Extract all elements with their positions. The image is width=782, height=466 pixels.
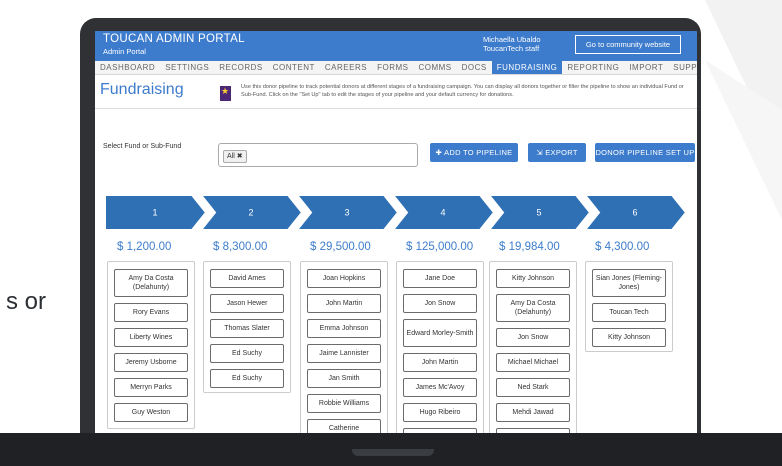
export-icon: ⇲ bbox=[536, 148, 546, 157]
donor-card[interactable]: James Mc'Avoy bbox=[403, 378, 477, 397]
donor-card[interactable]: Jeremy Usborne bbox=[114, 353, 188, 372]
donor-card[interactable]: David Ames bbox=[210, 269, 284, 288]
stage-amount: $ 125,000.00 bbox=[406, 241, 474, 253]
pipeline-stages: 1 2 3 4 5 6 bbox=[104, 195, 688, 230]
nav-item-import[interactable]: IMPORT bbox=[624, 61, 668, 74]
nav-item-comms[interactable]: COMMS bbox=[413, 61, 456, 74]
add-to-pipeline-button[interactable]: ✚ ADD TO PIPELINE bbox=[430, 143, 518, 162]
donor-card[interactable]: Edward Morley-Smith bbox=[403, 319, 477, 347]
donor-card[interactable]: Jon Snow bbox=[403, 294, 477, 313]
user-role: ToucanTech staff bbox=[483, 44, 540, 53]
laptop-notch bbox=[352, 449, 434, 456]
donor-card[interactable]: Emma Johnson bbox=[307, 319, 381, 338]
donor-card[interactable]: Jason Hewer bbox=[210, 294, 284, 313]
donor-card[interactable]: Merryn Parks bbox=[114, 378, 188, 397]
donor-card[interactable]: Ed Suchy bbox=[210, 369, 284, 388]
donor-card[interactable]: Robbie Williams bbox=[307, 394, 381, 413]
fund-tag[interactable]: All ✖ bbox=[223, 150, 247, 163]
stage-column: Joan Hopkins John Martin Emma Johnson Jaime… bbox=[300, 261, 388, 433]
user-name: Michaella Ubaldo bbox=[483, 35, 541, 44]
portal-title: TOUCAN ADMIN PORTAL bbox=[103, 33, 245, 45]
stage-amount: $ 8,300.00 bbox=[213, 241, 268, 253]
donor-card[interactable]: Ed Suchy bbox=[210, 344, 284, 363]
stage-amount: $ 19,984.00 bbox=[499, 241, 560, 253]
donor-card[interactable]: Jane Doe bbox=[403, 269, 477, 288]
page-title: Fundraising bbox=[100, 81, 184, 98]
nav-item-content[interactable]: CONTENT bbox=[268, 61, 320, 74]
main-nav: DASHBOARD SETTINGS RECORDS CONTENT CAREERS FO… bbox=[95, 61, 697, 75]
pipeline-setup-button[interactable]: DONOR PIPELINE SET UP bbox=[595, 143, 695, 162]
portal-subtitle: Admin Portal bbox=[103, 47, 146, 56]
donor-card[interactable]: Jaime Lannister bbox=[307, 344, 381, 363]
stage-number: 3 bbox=[344, 208, 349, 218]
donor-card[interactable]: Liberty Wines bbox=[114, 328, 188, 347]
donor-card[interactable]: Guy Weston bbox=[114, 403, 188, 422]
donor-card[interactable]: Kitty Johnson bbox=[496, 269, 570, 288]
nav-item-forms[interactable]: FORMS bbox=[372, 61, 413, 74]
donor-card[interactable]: Catherine bbox=[307, 419, 381, 433]
info-text: Use this donor pipeline to track potenti… bbox=[241, 84, 684, 98]
donor-card[interactable]: Jan Smith bbox=[307, 369, 381, 388]
donor-card[interactable]: Joan Hopkins bbox=[307, 269, 381, 288]
screen: TOUCAN ADMIN PORTAL Admin Portal Michael… bbox=[95, 31, 697, 433]
stage-number: 2 bbox=[248, 208, 253, 218]
nav-item-fundraising[interactable]: FUNDRAISING bbox=[491, 61, 563, 74]
donor-card[interactable]: Sian Jones (Fleming-Jones) bbox=[592, 269, 666, 297]
nav-item-records[interactable]: RECORDS bbox=[214, 61, 268, 74]
nav-item-docs[interactable]: DOCS bbox=[457, 61, 492, 74]
divider bbox=[95, 108, 697, 109]
nav-item-support[interactable]: SUPPORT bbox=[668, 61, 697, 74]
stage-number: 5 bbox=[536, 208, 541, 218]
donor-card[interactable]: Kitty Johnson bbox=[592, 328, 666, 347]
user-info[interactable]: Michaella Ubaldo ToucanTech staff bbox=[483, 35, 541, 53]
stage-column: Jane Doe Jon Snow Edward Morley-Smith John … bbox=[396, 261, 484, 433]
stage-number: 1 bbox=[152, 208, 157, 218]
fund-label: Select Fund or Sub-Fund bbox=[103, 143, 182, 150]
donor-card[interactable]: Hugo Ribeiro bbox=[403, 403, 477, 422]
stage-column: Sian Jones (Fleming-Jones) Toucan Tech Kit… bbox=[585, 261, 673, 352]
donor-card[interactable]: Mehdi Jawad bbox=[496, 403, 570, 422]
donor-card[interactable]: John Martin bbox=[403, 353, 477, 372]
header-bar: TOUCAN ADMIN PORTAL Admin Portal Michael… bbox=[95, 31, 697, 61]
donor-card[interactable]: Ned Stark bbox=[496, 378, 570, 397]
nav-item-dashboard[interactable]: DASHBOARD bbox=[95, 61, 160, 74]
stage-number: 4 bbox=[440, 208, 445, 218]
nav-item-reporting[interactable]: REPORTING bbox=[562, 61, 624, 74]
donor-card[interactable]: John Martin bbox=[307, 294, 381, 313]
donor-card[interactable]: Michael Michael bbox=[496, 353, 570, 372]
nav-item-careers[interactable]: CAREERS bbox=[320, 61, 372, 74]
stage-amount: $ 29,500.00 bbox=[310, 241, 371, 253]
bookmark-icon: ★ bbox=[220, 86, 231, 101]
stage-column: David Ames Jason Hewer Thomas Slater Ed Suc… bbox=[203, 261, 291, 393]
stage-number: 6 bbox=[632, 208, 637, 218]
stage-amount: $ 1,200.00 bbox=[117, 241, 172, 253]
donor-card[interactable]: Amy Da Costa (Delahunty) bbox=[496, 294, 570, 322]
stage-column: Kitty Johnson Amy Da Costa (Delahunty) Jon… bbox=[489, 261, 577, 433]
partial-background-text: s or bbox=[6, 288, 47, 315]
donor-card[interactable]: Jon Snow bbox=[496, 328, 570, 347]
donor-card[interactable]: Amy Da Costa (Delahunty) bbox=[114, 269, 188, 297]
export-button[interactable]: ⇲ EXPORT bbox=[528, 143, 586, 162]
nav-item-settings[interactable]: SETTINGS bbox=[160, 61, 214, 74]
donor-card[interactable]: Thomas Slater bbox=[210, 319, 284, 338]
fund-select-input[interactable]: All ✖ bbox=[218, 143, 418, 167]
donor-card[interactable]: Rory Evans bbox=[114, 303, 188, 322]
stage-column: Amy Da Costa (Delahunty) Rory Evans Libert… bbox=[107, 261, 195, 429]
donor-card[interactable]: Toucan Tech bbox=[592, 303, 666, 322]
community-website-button[interactable]: Go to community website bbox=[575, 35, 681, 54]
plus-icon: ✚ bbox=[435, 148, 445, 157]
stage-amount: $ 4,300.00 bbox=[595, 241, 650, 253]
